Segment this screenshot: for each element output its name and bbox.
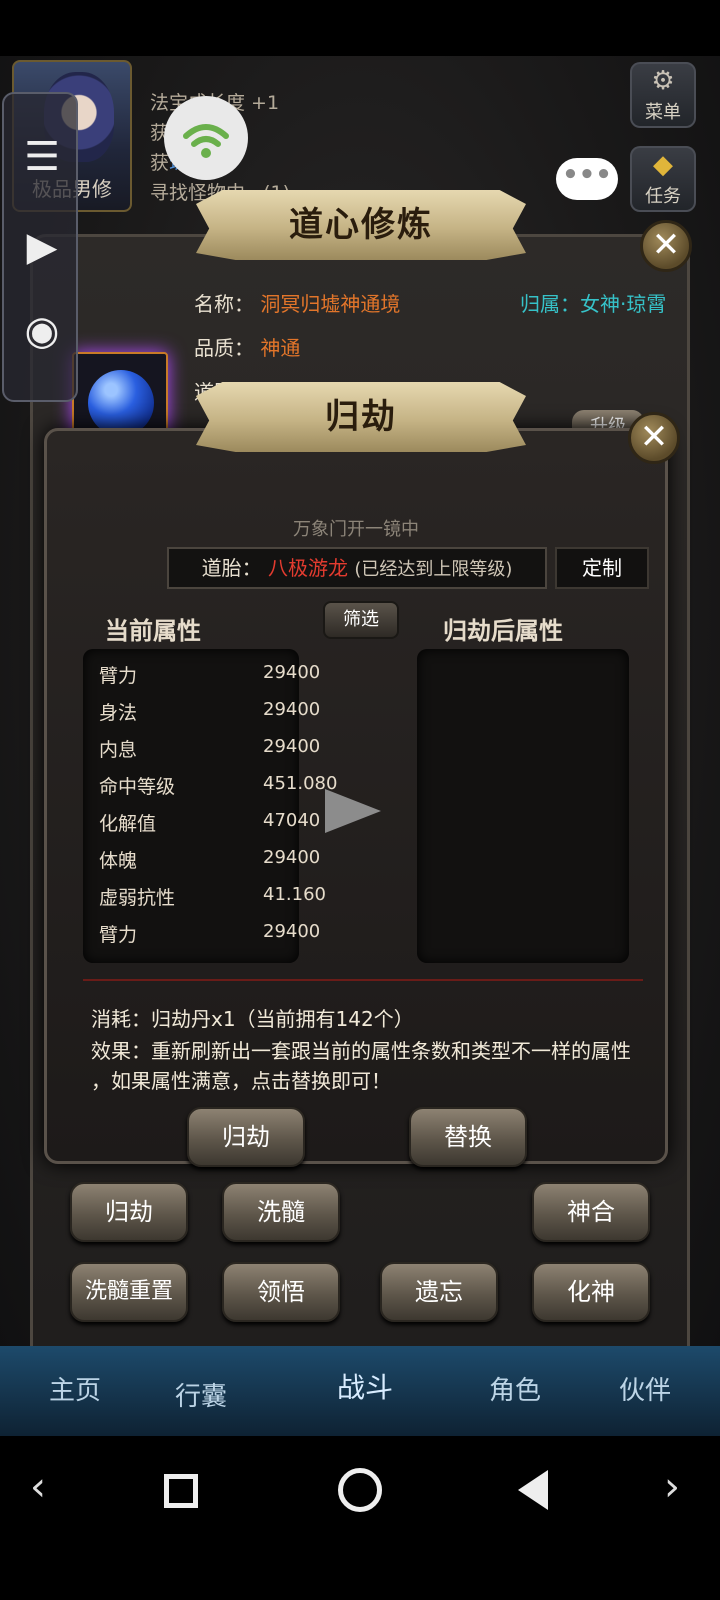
attr-value: 41.160: [263, 884, 326, 905]
nav-home[interactable]: 主页: [20, 1370, 130, 1407]
name-value: 洞冥归墟神通境: [260, 292, 401, 316]
system-nav-bar: ‹ ›: [0, 1436, 720, 1600]
nav-bag[interactable]: 行囊: [146, 1376, 256, 1413]
attr-value: 47040: [263, 810, 321, 831]
effect-text-cont: ，如果属性满意，点击替换即可！: [91, 1069, 391, 1093]
belong-label: 归属：: [520, 292, 580, 316]
menu-button[interactable]: ⚙ 菜单: [630, 62, 696, 128]
diamond-icon: ◆: [653, 150, 673, 180]
record-icon[interactable]: ◉: [4, 308, 80, 354]
belong-value: 女神·琼霄: [580, 292, 667, 316]
recents-icon[interactable]: [164, 1474, 198, 1508]
name-label: 名称：: [194, 292, 254, 316]
blue-orb-icon: [88, 370, 154, 436]
nav-battle[interactable]: 战斗: [310, 1366, 420, 1406]
xisui-button[interactable]: 洗髓: [222, 1182, 340, 1242]
daotai-note: (已经达到上限等级): [354, 559, 513, 580]
xisui-reset-button[interactable]: 洗髓重置: [70, 1262, 188, 1322]
shenhe-button[interactable]: 神合: [532, 1182, 650, 1242]
menu-label: 菜单: [645, 102, 681, 123]
daoxin-close-button[interactable]: ✕: [640, 220, 692, 272]
name-row: 名称： 洞冥归墟神通境: [194, 288, 400, 317]
guijie-button[interactable]: 归劫: [187, 1107, 305, 1167]
after-attr-title: 归劫后属性: [443, 617, 563, 645]
back-icon[interactable]: [518, 1470, 548, 1510]
wifi-icon: [183, 124, 229, 158]
current-attr-title: 当前属性: [105, 617, 201, 645]
attr-row: 体魄: [99, 850, 138, 872]
quality-row: 品质： 神通: [194, 332, 300, 361]
attr-value: 29400: [263, 662, 321, 683]
attr-value: 29400: [263, 847, 321, 868]
ellipsis-icon: •••: [562, 160, 612, 190]
attr-value: 29400: [263, 921, 321, 942]
guijie-title: 归劫: [325, 397, 397, 437]
attr-row: 身法: [99, 702, 138, 724]
gear-icon: ⚙: [651, 66, 675, 96]
close-icon: ✕: [651, 225, 681, 265]
filter-button[interactable]: 筛选: [323, 601, 399, 639]
close-icon: ✕: [639, 417, 669, 457]
attr-value: 29400: [263, 736, 321, 757]
attr-value: 29400: [263, 699, 321, 720]
guijie-close-button[interactable]: ✕: [628, 412, 680, 464]
nav-partner[interactable]: 伙伴: [590, 1370, 700, 1407]
floating-toolbar: ☰ ▶ ◉: [2, 92, 78, 402]
guijie-subtitle: 万象门开一镜中: [293, 519, 419, 540]
home-icon[interactable]: [338, 1468, 382, 1512]
custom-button[interactable]: 定制: [555, 547, 649, 589]
attr-row: 臂力: [99, 924, 138, 946]
nav-character[interactable]: 角色: [460, 1370, 570, 1407]
attr-row: 化解值: [99, 813, 157, 835]
forward-chevron-icon[interactable]: ›: [664, 1464, 680, 1510]
task-label: 任务: [645, 186, 681, 207]
game-screen: 极品男修 法宝成长度 +1 获 x3 获珠x2 寻找怪物中...(1) ⚙ 菜单…: [0, 56, 720, 1436]
list-icon[interactable]: ☰: [4, 134, 80, 180]
lingwu-button[interactable]: 领悟: [222, 1262, 340, 1322]
effect-text: 效果：重新刷新出一套跟当前的属性条数和类型不一样的属性: [91, 1039, 631, 1063]
chat-button[interactable]: •••: [556, 158, 618, 200]
attr-row: 命中等级: [99, 776, 176, 798]
after-attr-card: [417, 649, 629, 963]
daotai-bar: 道胎： 八极游龙 (已经达到上限等级): [167, 547, 547, 589]
yiwang-button[interactable]: 遗忘: [380, 1262, 498, 1322]
current-attr-card: 臂力 29400 身法 29400 内息 29400 命中等级 451.080 …: [83, 649, 337, 963]
daoxin-title: 道心修炼: [289, 205, 433, 245]
play-icon[interactable]: ▶: [4, 224, 80, 270]
daotai-value: 八极游龙: [267, 556, 348, 580]
replace-button[interactable]: 替换: [409, 1107, 527, 1167]
task-button[interactable]: ◆ 任务: [630, 146, 696, 212]
wifi-status[interactable]: [164, 96, 248, 180]
bottom-nav: 主页 行囊 战斗 角色 伙伴: [0, 1346, 720, 1436]
quality-value: 神通: [260, 336, 301, 360]
daotai-label: 道胎：: [201, 556, 262, 580]
huashen-button[interactable]: 化神: [532, 1262, 650, 1322]
attr-row: 虚弱抗性: [99, 887, 176, 909]
back-chevron-icon[interactable]: ‹: [30, 1464, 46, 1510]
attr-row: 内息: [99, 739, 138, 761]
daoxin-title-banner: 道心修炼: [196, 190, 526, 260]
arrow-right-icon: [325, 789, 381, 833]
guijie-title-banner: 归劫: [196, 382, 526, 452]
guijie-panel: 万象门开一镜中 道胎： 八极游龙 (已经达到上限等级) 定制 当前属性 筛选 归…: [44, 428, 668, 1167]
back-guijie-button[interactable]: 归劫: [70, 1182, 188, 1242]
attr-row: 臂力: [99, 665, 138, 687]
quality-label: 品质：: [194, 336, 254, 360]
cost-text: 消耗：归劫丹x1（当前拥有142个）: [91, 1007, 414, 1031]
divider: [83, 979, 643, 981]
belong-row: 归属：女神·琼霄: [520, 288, 666, 317]
